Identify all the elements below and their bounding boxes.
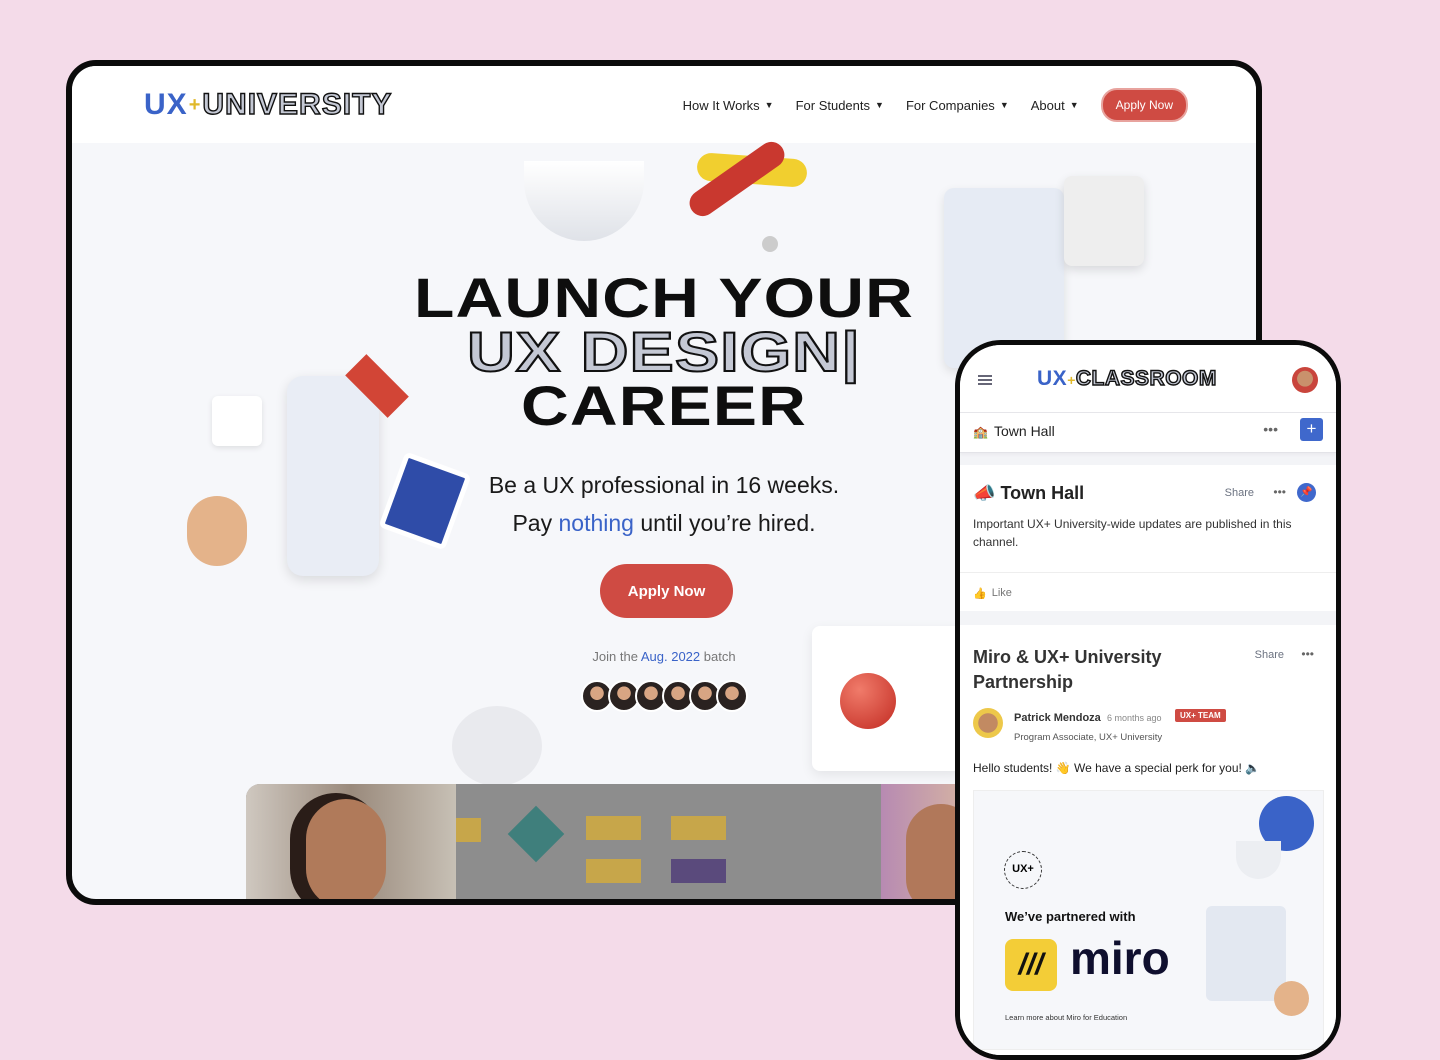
more-icon[interactable]: ••• [1301,647,1314,661]
bowl-illustration [524,161,644,241]
channel-bar: 🏫 Town Hall ••• + [960,413,1336,453]
more-icon[interactable]: ••• [1263,421,1278,437]
add-button[interactable]: + [1300,418,1323,441]
apply-now-hero-button[interactable]: Apply Now [600,564,733,618]
caret-down-icon: ▼ [764,100,774,110]
channel-info-card: 📣 Town Hall Share ••• 📌 Important UX+ Un… [960,465,1336,611]
share-button[interactable]: Share [1225,487,1254,499]
classroom-header: UX+CLASSROOM [960,345,1336,413]
author-avatar[interactable] [973,708,1003,738]
phone-frame: UX+CLASSROOM 🏫 Town Hall ••• + 📣 Town Ha… [955,340,1341,1060]
student-avatars [581,680,748,712]
caret-down-icon: ▼ [1069,100,1079,110]
like-button[interactable]: 👍 Like [973,587,1012,600]
megaphone-icon: 📣 [973,483,996,503]
school-icon: 🏫 [973,425,988,439]
caret-down-icon: ▼ [999,100,1009,110]
author-role: Program Associate, UX+ University [1014,732,1163,743]
ux-university-seal: UX+ [1004,851,1042,889]
nav-how-it-works[interactable]: How It Works ▼ [683,98,774,113]
post-body: Hello students! 👋 We have a special perk… [973,761,1261,775]
post-time: 6 months ago [1107,713,1162,723]
channel-name: Town Hall [994,423,1055,439]
nav-for-companies[interactable]: For Companies ▼ [906,98,1009,113]
ui-cards-illustration [1206,906,1286,1001]
more-icon[interactable]: ••• [1273,485,1286,499]
pin-icon[interactable]: 📌 [1297,483,1316,502]
share-button[interactable]: Share [1255,649,1284,661]
participant-video [881,784,966,899]
ball-illustration [762,236,778,252]
ux-university-logo[interactable]: UX + UNIVERSITY [144,87,392,122]
post-card: Miro & UX+ University Partnership Share … [960,625,1336,1055]
miro-banner[interactable]: UX+ We’ve partnered with /// miro Learn … [973,790,1324,1050]
caret-down-icon: ▼ [875,100,884,110]
post-title: 📣 Town Hall [973,483,1085,503]
participant-video [246,784,456,899]
apply-now-nav-button[interactable]: Apply Now [1100,88,1188,122]
miro-logo-icon: /// [1005,939,1057,991]
menu-icon[interactable] [978,375,992,385]
main-nav: How It Works ▼ For Students ▼ For Companie… [683,88,1188,122]
site-header: UX + UNIVERSITY How It Works ▼ For Students… [72,66,1256,143]
team-badge: UX+ TEAM [1175,709,1226,722]
user-avatar[interactable] [1292,367,1318,393]
ux-classroom-logo[interactable]: UX+CLASSROOM [1037,366,1217,391]
avatar [716,680,748,712]
hand-illustration [1274,981,1309,1016]
video-card-illustration [1064,176,1144,266]
miro-wordmark: miro [1070,932,1170,984]
author-name[interactable]: Patrick Mendoza [1014,712,1101,724]
bowl-illustration [1236,841,1281,879]
video-call-preview [246,784,966,899]
nav-for-students[interactable]: For Students ▼ [796,98,884,113]
thumbs-up-icon: 👍 [973,588,987,600]
red-sphere-illustration [840,673,896,729]
bowl-illustration [452,706,542,786]
post-title: Miro & UX+ University Partnership [973,647,1162,692]
nav-about[interactable]: About ▼ [1031,98,1079,113]
